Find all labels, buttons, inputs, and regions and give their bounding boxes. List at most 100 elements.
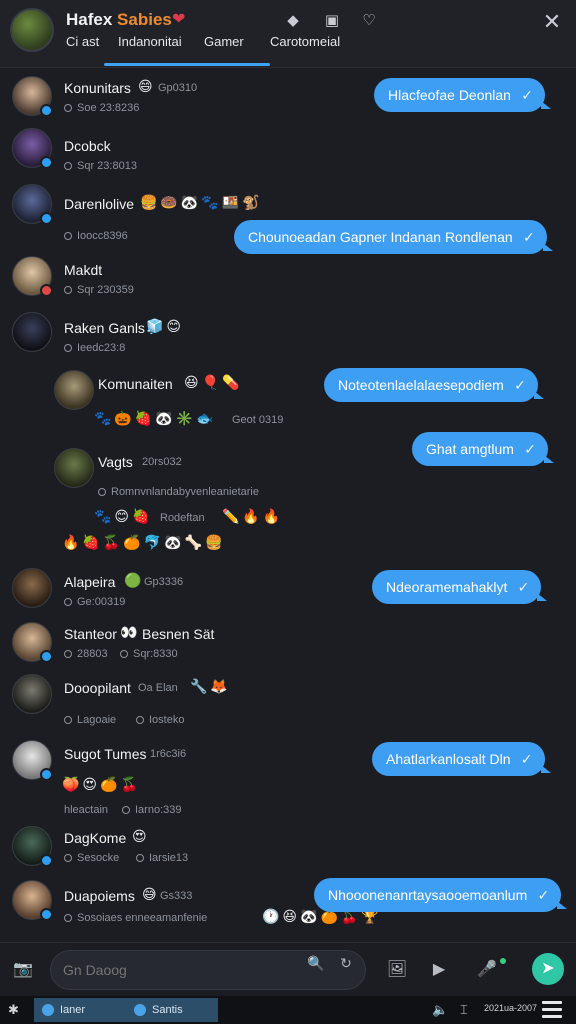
verified-badge — [40, 156, 53, 169]
message-extra: Gp3336 — [144, 576, 184, 588]
diamond-icon[interactable]: ◆ — [282, 10, 304, 32]
tab-chat[interactable]: Ci ast — [66, 34, 99, 49]
avatar[interactable] — [12, 826, 53, 867]
message-meta-text: Soe 23:8236 — [77, 102, 140, 114]
message-bubble[interactable]: Ghat amgtlum ✓ — [412, 432, 554, 466]
reaction-icon — [98, 488, 106, 497]
avatar[interactable] — [12, 312, 52, 352]
image-icon[interactable]: ▣ — [321, 10, 343, 32]
clock-icon — [64, 162, 72, 171]
avatar[interactable] — [54, 370, 94, 410]
emoji-row: 🔧🦊 — [190, 678, 231, 694]
clock: 2021ua-2007 — [484, 1003, 538, 1013]
message-extra: 20rs032 — [142, 456, 182, 468]
online-dot — [500, 958, 506, 964]
emoji-row: 🔥🍓🍒🍊🐬🐼🦴🍔 — [62, 534, 226, 550]
verified-badge — [40, 650, 53, 663]
verified-badge — [40, 104, 53, 117]
heart-icon[interactable]: ❤ — [172, 9, 185, 29]
app-icon — [134, 1004, 146, 1016]
message-meta: Sesocke — [64, 852, 119, 864]
emoji-row: 🐾😊🍓 — [94, 508, 153, 524]
avatar[interactable] — [12, 740, 53, 781]
message-bubble[interactable]: Nhooonenanrtaysaooemoanlum ✓ — [314, 878, 568, 912]
status-badge — [40, 284, 53, 297]
chat-app: Hafex Sabies ❤ ◆ ▣ ♡ ✕ Ci ast Indanonita… — [0, 0, 576, 1024]
message-meta-2: Rodeftan — [160, 512, 205, 524]
volume-icon[interactable]: 🔈 — [432, 1000, 448, 1020]
taskbar-item[interactable]: Santis — [126, 998, 218, 1022]
message-bubble[interactable]: Ndeoramemahaklyt ✓ — [372, 570, 548, 604]
avatar[interactable] — [12, 880, 53, 921]
sender-name: Darenlolive — [64, 196, 135, 212]
avatar[interactable] — [12, 568, 52, 608]
network-icon[interactable]: ⌶ — [460, 1000, 468, 1020]
start-icon[interactable]: ✱ — [8, 1000, 19, 1020]
menu-icon[interactable] — [542, 1001, 562, 1019]
search-icon[interactable]: 🔍 — [306, 953, 326, 973]
avatar-small-icon — [64, 716, 72, 725]
taskbar: ✱ Ianer Santis 🔈 ⌶ 2021ua-2007 — [0, 996, 576, 1024]
message-meta-text: Ieedc23:8 — [77, 342, 126, 354]
video-icon[interactable]: ▶ — [428, 959, 450, 981]
message-meta-2: Iarno:339 — [122, 804, 181, 816]
message-meta-2: Iosteko — [136, 714, 184, 726]
refresh-icon[interactable]: ↻ — [336, 953, 356, 973]
emoji-row: 😆🎈💊 — [184, 374, 243, 390]
camera-icon[interactable]: 📷 — [12, 959, 34, 981]
message-bubble[interactable]: Noteotenlaelalaesepodiem ✓ — [324, 368, 544, 402]
message-meta: Romnvnlandabyvenleanietarie — [98, 486, 259, 498]
message-meta-text: Sqr 230359 — [77, 284, 134, 296]
message-composer: 📷 🔍 ↻ 🖼 ▶ 🎤 ➤ — [0, 942, 576, 996]
bubble-text: Chounoeadan Gapner Indanan Rondlenan — [248, 229, 513, 245]
check-icon: ✓ — [537, 887, 550, 903]
close-icon[interactable]: ✕ — [540, 10, 564, 34]
gallery-icon[interactable]: 🖼 — [386, 959, 408, 981]
pencil-icon — [64, 650, 72, 659]
group-avatar[interactable] — [10, 8, 54, 52]
emoji-row: 🍔🍩🐼🐾🍱🐒 — [140, 194, 263, 210]
tab-gamer[interactable]: Gamer — [204, 34, 244, 49]
verified-badge — [40, 212, 53, 225]
avatar[interactable] — [12, 256, 53, 297]
emoji-row: 🟢 — [124, 572, 145, 588]
message-meta-2: Sqr:8330 — [120, 648, 178, 660]
send-icon[interactable]: ➤ — [532, 953, 564, 985]
avatar-small-icon — [64, 344, 72, 353]
message-list[interactable]: Konunitars 😄 Gp0310 Soe 23:8236 Hlacfeof… — [0, 68, 576, 942]
message-extra: 1r6c3i6 — [150, 748, 187, 760]
message-bubble[interactable]: Chounoeadan Gapner Indanan Rondlenan ✓ — [234, 220, 553, 254]
message-bubble[interactable]: Hlacfeofae Deonlan ✓ — [374, 78, 551, 112]
avatar[interactable] — [12, 622, 53, 663]
heart-outline-icon[interactable]: ♡ — [358, 10, 380, 32]
message-meta-text: 28803 — [77, 648, 108, 660]
avatar[interactable] — [12, 184, 53, 225]
message-meta-text: Ioocc8396 — [77, 230, 128, 242]
message-meta-text: Romnvnlandabyvenleanietarie — [111, 486, 259, 498]
message-meta: Ioocc8396 — [64, 230, 128, 242]
avatar[interactable] — [12, 76, 53, 117]
message-time: Sqr 230359 — [64, 284, 134, 296]
message-bubble[interactable]: Ahatlarkanlosalt Dln ✓ — [372, 742, 551, 776]
message-meta-text: Sqr 23:8013 — [77, 160, 137, 172]
message-meta: Geot 0319 — [232, 414, 284, 426]
avatar[interactable] — [54, 448, 94, 488]
active-tab-indicator — [104, 63, 270, 66]
bubble-text: Nhooonenanrtaysaooemoanlum — [328, 887, 528, 903]
message-meta: Ieedc23:8 — [64, 342, 125, 354]
bubble-text: Noteotenlaelalaesepodiem — [338, 377, 504, 393]
message-meta: 28803 — [64, 648, 108, 660]
taskbar-item[interactable]: Ianer — [34, 998, 126, 1022]
bubble-text: Ahatlarkanlosalt Dln — [386, 751, 511, 767]
tab-carotomeial[interactable]: Carotomeial — [270, 34, 340, 49]
tab-indanonitai[interactable]: Indanonitai — [118, 34, 182, 49]
sender-name: Dcobck — [64, 138, 111, 154]
avatar-small-icon — [64, 598, 72, 607]
message-meta: Ge:00319 — [64, 596, 125, 608]
voice-icon[interactable]: 🎤 — [476, 959, 498, 981]
sender-name: Makdt — [64, 262, 103, 278]
avatar[interactable] — [12, 674, 52, 714]
avatar[interactable] — [12, 128, 53, 169]
sender-name: Dooopilant — [64, 680, 131, 696]
taskbar-item-label: Ianer — [60, 1004, 86, 1016]
